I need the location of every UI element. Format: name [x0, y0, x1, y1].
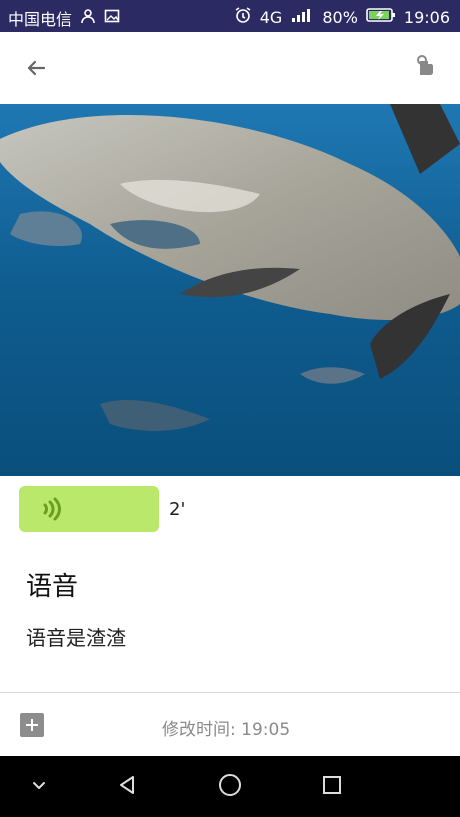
status-left: 中国电信 [8, 6, 120, 30]
note-content: 语音是渣渣 [26, 626, 126, 650]
sound-wave-icon [39, 496, 63, 522]
modified-label: 修改时间: [162, 720, 236, 740]
battery-percent: 80% [322, 7, 358, 27]
touch-icon [411, 53, 437, 87]
nav-recent-button[interactable] [309, 756, 355, 817]
clock-time: 19:06 [403, 7, 450, 27]
note-title: 语音 [26, 572, 79, 602]
touch-mode-button[interactable] [404, 50, 444, 90]
arrow-left-icon [24, 56, 48, 84]
back-triangle-icon [115, 773, 139, 801]
nav-back-button[interactable] [104, 756, 150, 817]
modified-value: 19:05 [241, 720, 291, 740]
voice-message: 2' [19, 486, 185, 532]
person-icon [80, 8, 96, 28]
status-bar: 中国电信 4G 80% 19:06 [0, 0, 460, 32]
voice-duration: 2' [169, 498, 186, 520]
nav-hide-button[interactable] [16, 756, 62, 817]
nav-home-button[interactable] [207, 756, 253, 817]
alarm-icon [234, 6, 252, 28]
image-icon [104, 8, 120, 28]
home-circle-icon [217, 772, 243, 802]
carrier-name: 中国电信 [8, 10, 73, 29]
chevron-down-icon [30, 776, 48, 798]
back-button[interactable] [20, 54, 52, 86]
signal-icon [290, 6, 314, 28]
note-image[interactable] [0, 104, 460, 476]
app-bar [0, 32, 460, 105]
status-right: 4G 80% 19:06 [234, 6, 450, 28]
add-button[interactable] [20, 713, 44, 737]
shark-photo [0, 104, 460, 476]
system-navigation-bar [0, 756, 460, 817]
network-type: 4G [259, 7, 283, 27]
voice-play-button[interactable] [19, 486, 159, 532]
battery-icon [366, 7, 396, 27]
recent-square-icon [320, 773, 344, 801]
note-footer: 修改时间: 19:05 [0, 693, 460, 756]
modified-time: 修改时间: 19:05 [162, 715, 290, 740]
